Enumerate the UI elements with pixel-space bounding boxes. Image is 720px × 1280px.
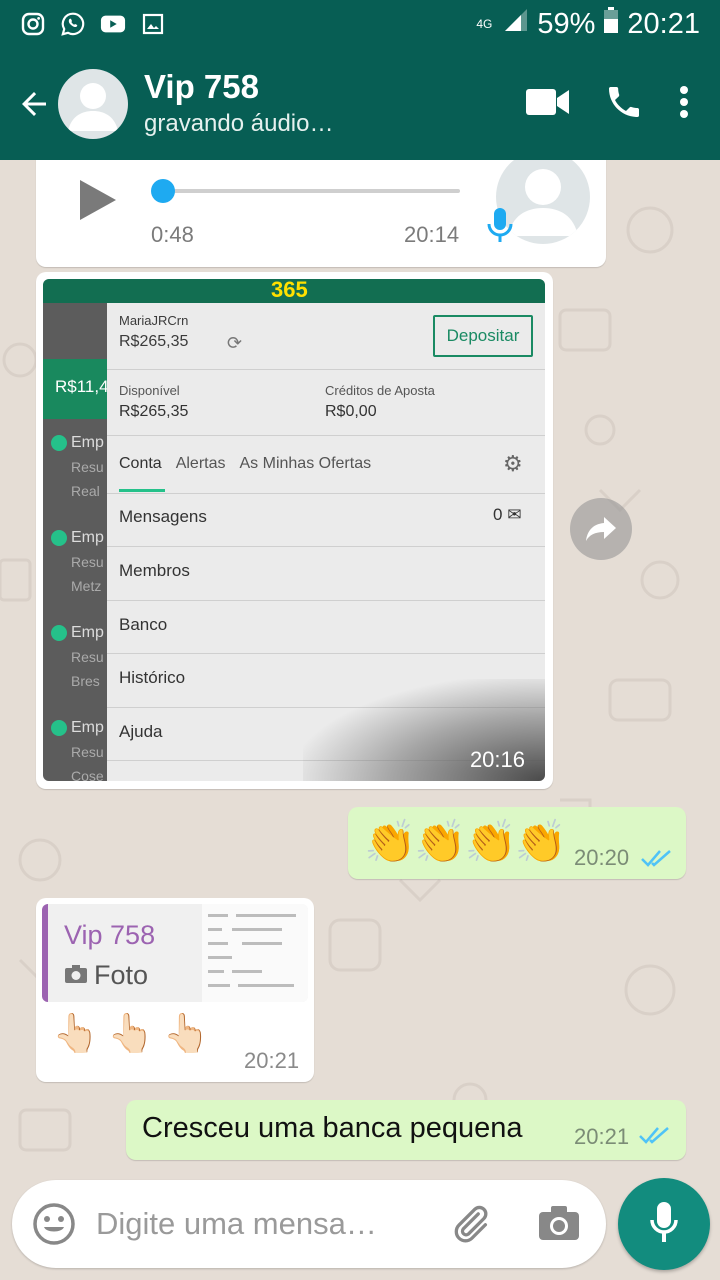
chat-area[interactable]: 0:48 20:14 365 R$11,4 Emp Resu Real Emp … (0, 160, 720, 1170)
message-time: 20:21 (574, 1124, 630, 1149)
gear-icon: ⚙ (503, 451, 523, 476)
quoted-sender: Vip 758 (64, 920, 156, 950)
message-composer (12, 1180, 606, 1268)
camera-icon (64, 960, 88, 991)
voice-record-button[interactable] (618, 1178, 710, 1270)
read-ticks-icon (640, 847, 674, 874)
contact-info[interactable]: Vip 758 gravando áudio… (144, 67, 333, 141)
screenshot-left-item: Resu (71, 649, 104, 665)
screenshot-left-balance: R$11,4 (43, 359, 107, 419)
signal-icon (503, 7, 529, 41)
instagram-icon (20, 11, 46, 37)
video-call-icon[interactable] (526, 87, 570, 122)
message-emoji: 👏👏👏👏 (364, 818, 567, 865)
message-time: 20:14 (404, 222, 460, 247)
screenshot-row: Ajuda (119, 722, 163, 741)
audio-progress-track[interactable] (160, 189, 460, 193)
screenshot-credits-label: Créditos de Aposta (325, 383, 435, 398)
mic-icon (486, 206, 514, 249)
more-vert-icon[interactable] (678, 84, 690, 125)
refresh-icon: ⟳ (227, 333, 243, 353)
contact-name: Vip 758 (144, 68, 259, 105)
screenshot-row: Membros (119, 561, 190, 580)
message-emoji: 👆🏻👆🏻👆🏻 (52, 1013, 218, 1055)
screenshot-left-item: Emp (51, 719, 104, 737)
message-time: 20:16 (469, 747, 525, 772)
screenshot-left-item: Resu (71, 744, 104, 760)
message-text: Cresceu uma banca pequena (142, 1112, 523, 1144)
status-bar: 4G 59% 20:21 (0, 0, 720, 48)
battery-percent: 59% (537, 7, 596, 40)
screenshot-tab: Conta (119, 455, 162, 472)
outgoing-message[interactable]: 👏👏👏👏 20:20 (348, 807, 686, 879)
whatsapp-icon (60, 11, 86, 37)
screenshot-row: Mensagens (119, 507, 207, 526)
screenshot-topbar: 365 (43, 279, 545, 303)
mic-icon (649, 1200, 679, 1249)
phone-icon[interactable] (604, 82, 644, 127)
quoted-thumbnail (202, 904, 308, 1002)
message-time: 20:20 (574, 845, 630, 870)
gallery-icon (140, 11, 166, 37)
screenshot-left-item: Bres (71, 673, 100, 689)
screenshot-brand: 365 (271, 279, 308, 302)
chat-header: Vip 758 gravando áudio… (0, 48, 720, 160)
outgoing-message[interactable]: Cresceu uma banca pequena 20:21 (126, 1100, 686, 1160)
screenshot-row: Banco (119, 615, 168, 634)
contact-status: gravando áudio… (144, 110, 334, 137)
screenshot-left-item: Emp (51, 529, 104, 547)
youtube-icon (100, 11, 126, 37)
screenshot-tab: Alertas (175, 455, 226, 472)
network-type: 4G (476, 17, 493, 31)
contact-avatar[interactable] (58, 69, 128, 139)
screenshot-tabs: Conta Alertas As Minhas Ofertas (119, 455, 371, 473)
screenshot-left-item: Resu (71, 459, 104, 475)
screenshot-available-value: R$265,35 (119, 403, 189, 420)
read-ticks-icon (638, 1124, 672, 1151)
screenshot-balance: R$265,35 (119, 333, 189, 350)
audio-message[interactable]: 0:48 20:14 (36, 160, 606, 267)
back-arrow-icon[interactable] (10, 80, 58, 128)
incoming-reply-message[interactable]: Vip 758 Foto 👆🏻👆🏻👆🏻 20:21 (36, 898, 314, 1082)
clock: 20:21 (627, 7, 700, 40)
image-message[interactable]: 365 R$11,4 Emp Resu Real Emp Resu Metz E… (36, 272, 553, 789)
screenshot-left-item: Resu (71, 554, 104, 570)
screenshot-left-item: Real (71, 483, 100, 499)
screenshot-left-item: Emp (51, 434, 104, 452)
screenshot-username: MariaJRCrn (119, 313, 189, 328)
forward-button[interactable] (570, 498, 632, 560)
screenshot-credits-value: R$0,00 (325, 403, 377, 420)
audio-seek-handle[interactable] (151, 179, 175, 203)
audio-duration: 0:48 (151, 222, 194, 247)
screenshot-left-item: Cose (71, 768, 104, 781)
screenshot-message-count: 0 ✉ (493, 505, 522, 524)
battery-icon (603, 6, 619, 42)
screenshot-left-item: Metz (71, 578, 102, 594)
quoted-message[interactable]: Vip 758 Foto (42, 904, 308, 1002)
screenshot-deposit-button: Depositar (433, 315, 533, 357)
screenshot-row: Histórico (119, 668, 186, 687)
image-screenshot[interactable]: 365 R$11,4 Emp Resu Real Emp Resu Metz E… (43, 279, 545, 781)
screenshot-left-item: Emp (51, 624, 104, 642)
message-time: 20:21 (244, 1048, 300, 1073)
play-icon[interactable] (76, 178, 118, 227)
screenshot-tab: As Minhas Ofertas (239, 455, 372, 472)
screenshot-available-label: Disponível (119, 383, 180, 398)
camera-icon[interactable] (538, 1204, 580, 1247)
message-input[interactable] (96, 1198, 426, 1250)
attach-icon[interactable] (448, 1202, 492, 1251)
quoted-text: Foto (64, 960, 148, 991)
envelope-icon: ✉ (507, 505, 522, 524)
emoji-icon[interactable] (32, 1202, 76, 1251)
